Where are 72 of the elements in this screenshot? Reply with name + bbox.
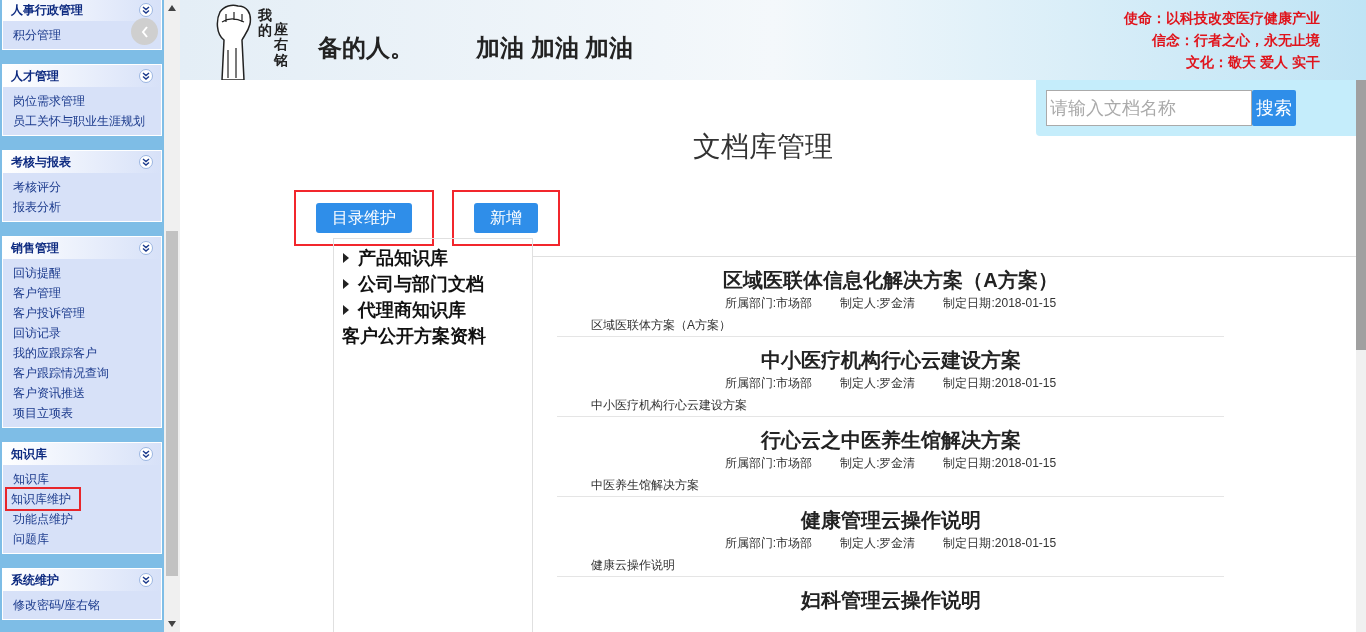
tree-item[interactable]: 产品知识库 [358, 244, 448, 272]
author-text: 制定人:罗金清 [840, 295, 916, 311]
sidebar-scrollbar[interactable] [164, 0, 180, 632]
date-text: 制定日期:2018-01-15 [943, 295, 1057, 311]
sidebar-item[interactable]: 客户管理 [11, 283, 63, 303]
collapse-chevron-icon[interactable] [139, 447, 153, 461]
date-text: 制定日期:2018-01-15 [943, 375, 1057, 391]
collapse-chevron-icon[interactable] [139, 241, 153, 255]
caret-icon[interactable] [342, 253, 350, 263]
document-title[interactable]: 行心云之中医养生馆解决方案 [760, 427, 1021, 453]
department-text: 所属部门:市场部 [724, 295, 813, 311]
sidebar-item[interactable]: 考核评分 [11, 177, 63, 197]
sidebar-item[interactable]: 知识库维护 [7, 489, 79, 509]
sidebar-item[interactable]: 客户资讯推送 [11, 383, 87, 403]
page-title: 文档库管理 [693, 130, 833, 164]
cheer-text: 加油 加油 加油 [476, 33, 634, 63]
value-statement: 信念：行者之心，永无止境 [1152, 31, 1320, 50]
motto-text: 备的人。 [318, 33, 414, 63]
author-text: 制定人:罗金清 [840, 375, 916, 391]
collapse-chevron-icon[interactable] [139, 3, 153, 17]
collapse-chevron-icon[interactable] [139, 155, 153, 169]
department-text: 所属部门:市场部 [724, 375, 813, 391]
scroll-up-arrow-icon[interactable] [168, 5, 176, 11]
document-entry[interactable]: 妇科管理云操作说明 [557, 577, 1224, 632]
sidebar-item[interactable]: 回访记录 [11, 323, 63, 343]
document-entry[interactable]: 健康管理云操作说明 所属部门:市场部 制定人:罗金清 制定日期:2018-01-15 健康云操作说明 [557, 497, 1224, 577]
tree-item[interactable]: 公司与部门文档 [358, 270, 484, 298]
document-entry[interactable]: 区域医联体信息化解决方案（A方案） 所属部门:市场部 制定人:罗金清 制定日期:2018-01-15 区域医联体方案（A方案） [557, 257, 1224, 337]
chevron-left-icon [140, 25, 149, 38]
document-title[interactable]: 健康管理云操作说明 [800, 507, 981, 533]
document-description: 区域医联体方案（A方案） [591, 317, 731, 333]
document-title[interactable]: 中小医疗机构行心云建设方案 [760, 347, 1021, 373]
date-text: 制定日期:2018-01-15 [943, 455, 1057, 471]
document-entry[interactable]: 中小医疗机构行心云建设方案 所属部门:市场部 制定人:罗金清 制定日期:2018-01-15 中小医疗机构行心云建设方案 [557, 337, 1224, 417]
sidebar-item[interactable]: 报表分析 [11, 197, 63, 217]
document-title[interactable]: 妇科管理云操作说明 [800, 587, 981, 613]
sidebar-item[interactable]: 我的应跟踪客户 [11, 343, 99, 363]
sidebar-item[interactable]: 积分管理 [11, 25, 63, 45]
search-field[interactable]: 请输入文档名称 [1046, 90, 1252, 126]
sidebar-item[interactable]: 项目立项表 [11, 403, 75, 423]
motto-badge-text: 座右铭 [274, 22, 288, 70]
sidebar-item[interactable]: 客户跟踪情况查询 [11, 363, 111, 383]
sidebar-item[interactable]: 员工关怀与职业生涯规划 [11, 111, 147, 131]
sidebar-item[interactable]: 问题库 [11, 529, 51, 549]
caret-icon[interactable] [342, 305, 350, 315]
sidebar-item[interactable]: 修改密码/座右铭 [11, 595, 103, 615]
sidebar-item[interactable]: 客户投诉管理 [11, 303, 87, 323]
sidebar-group-title[interactable]: 知识库 [11, 445, 47, 463]
caret-icon[interactable] [342, 279, 350, 289]
document-description: 中小医疗机构行心云建设方案 [591, 397, 747, 413]
tree-item[interactable]: 客户公开方案资料 [342, 322, 486, 350]
value-statement: 文化：敬天 爱人 实干 [1186, 53, 1320, 72]
page-scrollbar[interactable] [1356, 80, 1366, 632]
scroll-down-arrow-icon[interactable] [168, 621, 176, 627]
value-statement: 使命：以科技改变医疗健康产业 [1124, 9, 1320, 28]
tree-item[interactable]: 代理商知识库 [358, 296, 466, 324]
collapse-chevron-icon[interactable] [139, 573, 153, 587]
collapse-chevron-icon[interactable] [139, 69, 153, 83]
department-text: 所属部门:市场部 [724, 455, 813, 471]
author-text: 制定人:罗金清 [840, 535, 916, 551]
sidebar-item[interactable]: 功能点维护 [11, 509, 75, 529]
motto-badge-text: 我的 [258, 8, 272, 41]
author-text: 制定人:罗金清 [840, 455, 916, 471]
department-text: 所属部门:市场部 [724, 535, 813, 551]
document-description: 中医养生馆解决方案 [591, 477, 699, 493]
sidebar-item[interactable]: 知识库 [11, 469, 51, 489]
sidebar-item[interactable]: 回访提醒 [11, 263, 63, 283]
document-description: 健康云操作说明 [591, 557, 675, 573]
document-entry[interactable]: 行心云之中医养生馆解决方案 所属部门:市场部 制定人:罗金清 制定日期:2018-01-15 中医养生馆解决方案 [557, 417, 1224, 497]
document-title[interactable]: 区域医联体信息化解决方案（A方案） [723, 267, 1058, 293]
date-text: 制定日期:2018-01-15 [943, 535, 1057, 551]
sidebar-item[interactable]: 岗位需求管理 [11, 91, 87, 111]
